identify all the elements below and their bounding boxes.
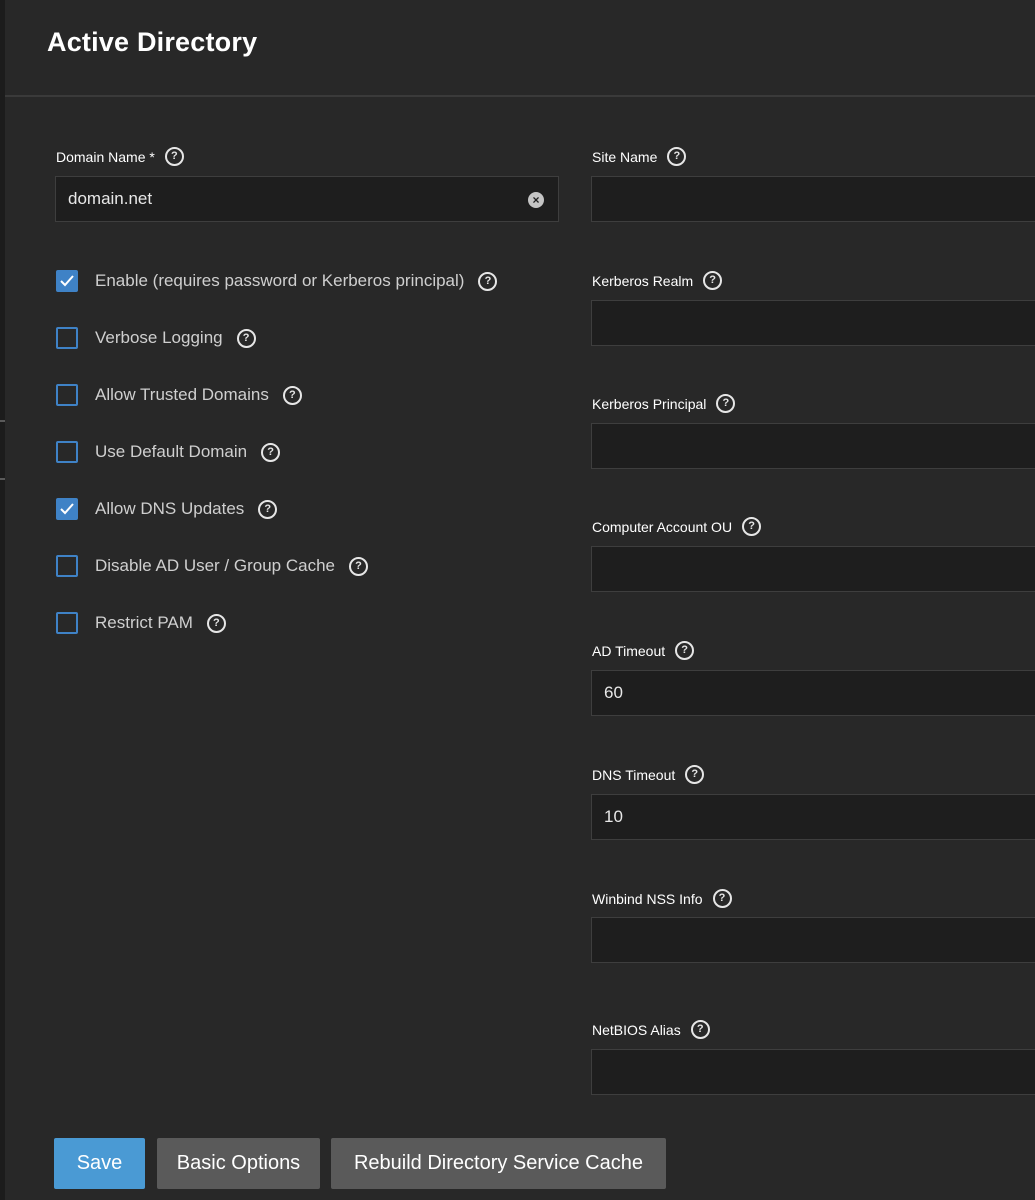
checkbox-row[interactable]: Use Default Domain?: [56, 441, 281, 463]
save-button[interactable]: Save: [54, 1138, 145, 1189]
checkmark-icon: [60, 503, 74, 515]
checkbox-label: Use Default Domain: [95, 442, 248, 461]
rebuild-cache-button[interactable]: Rebuild Directory Service Cache: [331, 1138, 666, 1189]
field-label: Kerberos Realm?: [592, 271, 723, 290]
checkbox-label: Allow Trusted Domains: [95, 385, 269, 404]
checkbox-row[interactable]: Restrict PAM?: [56, 612, 226, 634]
field-label-text: NetBIOS Alias: [592, 1021, 681, 1038]
field-label-text: AD Timeout: [592, 642, 666, 659]
checkbox-label: Verbose Logging: [95, 328, 223, 347]
field-label-text: Winbind NSS Info: [592, 890, 703, 907]
help-icon[interactable]: ?: [675, 641, 695, 660]
help-icon[interactable]: ?: [685, 765, 705, 784]
help-icon[interactable]: ?: [206, 613, 226, 633]
text-input[interactable]: [591, 917, 1035, 963]
help-icon[interactable]: ?: [349, 556, 368, 576]
help-icon[interactable]: ?: [742, 517, 762, 536]
help-icon[interactable]: ?: [703, 271, 723, 290]
basic-options-button[interactable]: Basic Options: [157, 1138, 320, 1189]
text-input[interactable]: [591, 546, 1035, 592]
help-icon[interactable]: ?: [236, 328, 256, 348]
checkbox[interactable]: [56, 441, 78, 463]
field-label: Site Name?: [592, 147, 687, 166]
help-icon[interactable]: ?: [712, 889, 732, 908]
checkbox[interactable]: [56, 498, 78, 520]
help-icon[interactable]: ?: [478, 271, 498, 291]
checkbox[interactable]: [56, 270, 78, 292]
checkbox-label: Allow DNS Updates: [95, 499, 245, 518]
field-label-text: DNS Timeout: [592, 766, 676, 783]
field-label: Winbind NSS Info?: [592, 889, 732, 908]
field-label: AD Timeout?: [592, 641, 695, 660]
help-icon[interactable]: ?: [716, 394, 736, 413]
domain-name-label: Domain Name * ?: [56, 147, 184, 166]
help-icon[interactable]: ?: [667, 147, 687, 166]
field-label-text: Kerberos Realm: [592, 272, 694, 289]
active-directory-panel: Active Directory Domain Name * ? domain.…: [5, 0, 1035, 1200]
clear-icon[interactable]: ×: [528, 192, 544, 208]
input-value: 60: [604, 683, 623, 702]
checkbox-row[interactable]: Enable (requires password or Kerberos pr…: [56, 270, 498, 292]
text-input[interactable]: [591, 176, 1035, 222]
field-label: DNS Timeout?: [592, 765, 705, 784]
text-input[interactable]: [591, 423, 1035, 469]
checkbox[interactable]: [56, 612, 78, 634]
field-label-text: Computer Account OU: [592, 518, 733, 535]
domain-name-input[interactable]: domain.net ×: [55, 176, 559, 222]
field-label: Kerberos Principal?: [592, 394, 736, 413]
checkbox[interactable]: [56, 384, 78, 406]
checkbox-label: Enable (requires password or Kerberos pr…: [95, 271, 465, 290]
field-label-text: Site Name: [592, 148, 658, 165]
checkbox-label: Restrict PAM: [95, 613, 193, 632]
help-icon[interactable]: ?: [282, 385, 302, 405]
checkbox-row[interactable]: Allow DNS Updates?: [56, 498, 278, 520]
help-icon[interactable]: ?: [690, 1020, 710, 1039]
checkbox-row[interactable]: Allow Trusted Domains?: [56, 384, 302, 406]
checkbox-row[interactable]: Disable AD User / Group Cache?: [56, 555, 368, 577]
checkbox-row[interactable]: Verbose Logging?: [56, 327, 256, 349]
input-value: 10: [604, 807, 623, 826]
field-label: Computer Account OU?: [592, 517, 762, 536]
checkbox[interactable]: [56, 555, 78, 577]
field-label-text: Kerberos Principal: [592, 395, 707, 412]
text-input[interactable]: 60: [591, 670, 1035, 716]
help-icon[interactable]: ?: [164, 147, 184, 166]
text-input[interactable]: 10: [591, 794, 1035, 840]
help-icon[interactable]: ?: [261, 442, 281, 462]
field-label: NetBIOS Alias?: [592, 1020, 710, 1039]
checkmark-icon: [60, 275, 74, 287]
text-input[interactable]: [591, 300, 1035, 346]
page-title: Active Directory: [47, 27, 258, 57]
checkbox-label: Disable AD User / Group Cache: [95, 556, 335, 575]
text-input[interactable]: [591, 1049, 1035, 1095]
domain-name-value: domain.net: [68, 189, 153, 208]
checkbox[interactable]: [56, 327, 78, 349]
help-icon[interactable]: ?: [258, 499, 278, 519]
panel-header: Active Directory: [5, 0, 1035, 97]
